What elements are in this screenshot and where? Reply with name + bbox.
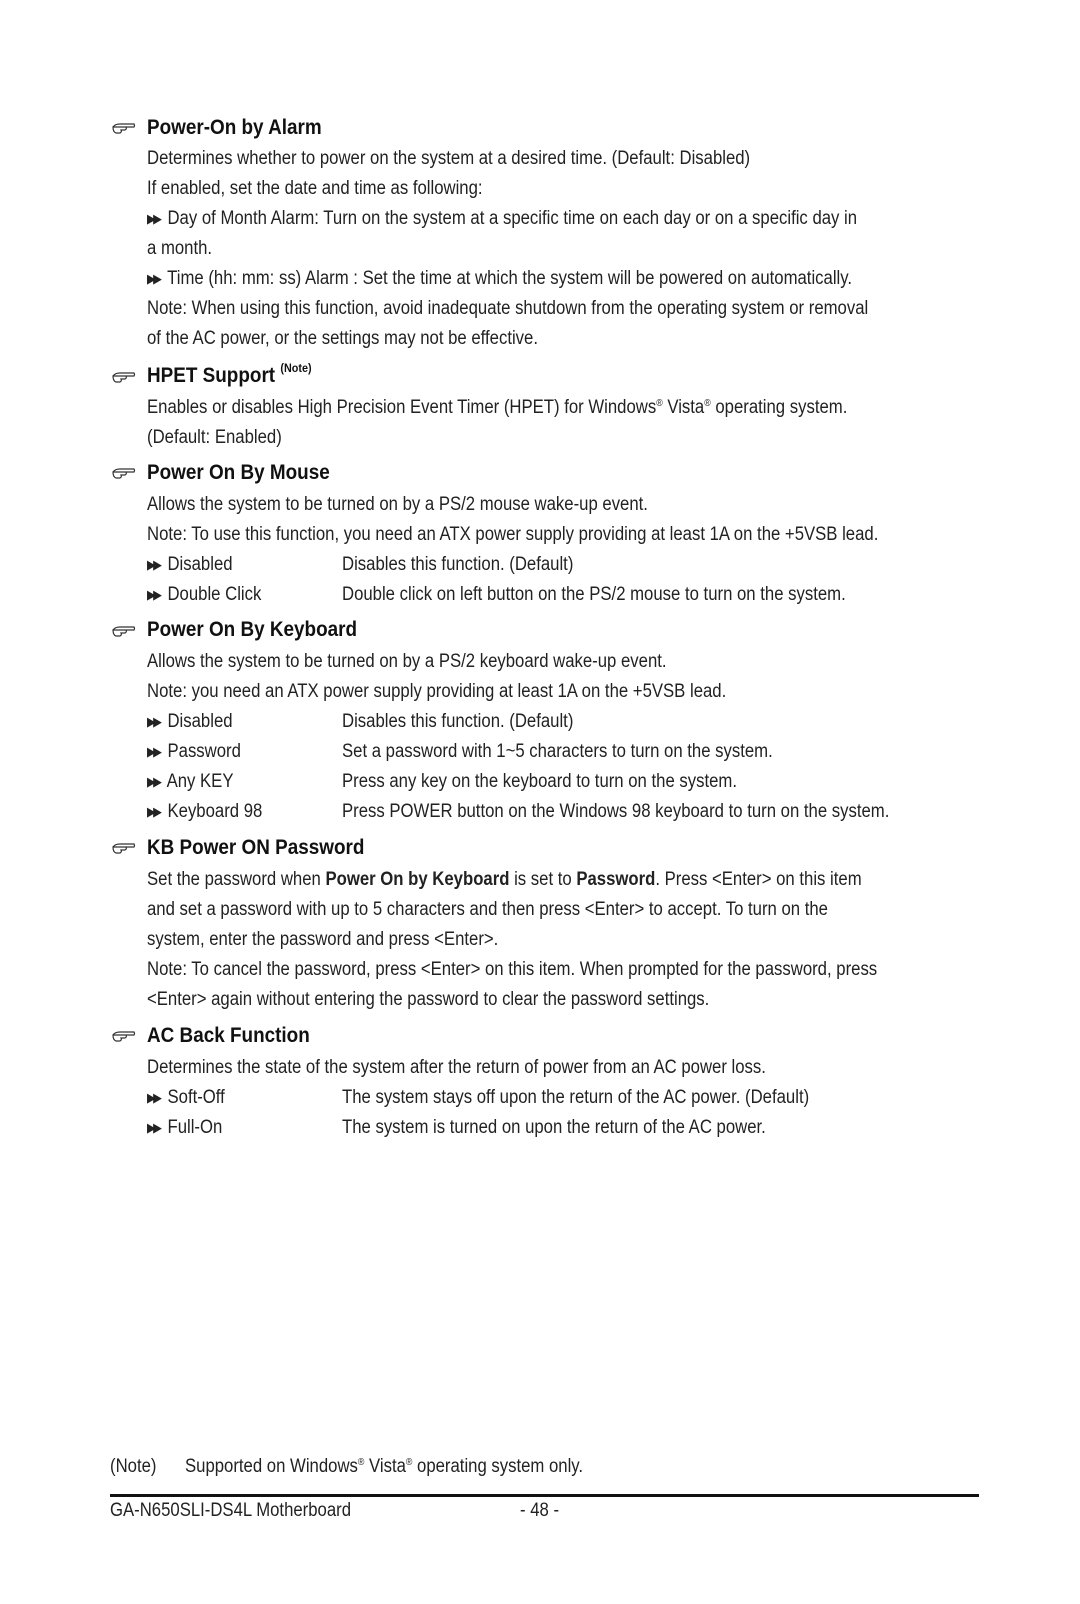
pointing-hand-icon <box>112 1031 136 1042</box>
option-description: Double click on left button on the PS/2 … <box>342 584 846 605</box>
option-description: Set a password with 1~5 characters to tu… <box>342 741 773 762</box>
option-name: Any KEY <box>166 771 234 792</box>
pointing-hand-icon <box>112 468 136 479</box>
body-text: Allows the system to be turned on by a P… <box>147 651 667 672</box>
footnote-text: Supported on Windows® Vista® operating s… <box>185 1456 583 1478</box>
bullet-item: ▶▶ Day of Month Alarm: Turn on the syste… <box>147 208 857 230</box>
option-description: Press any key on the keyboard to turn on… <box>342 771 737 792</box>
double-arrow-icon: ▶▶ <box>147 211 162 226</box>
double-arrow-icon: ▶▶ <box>147 1120 162 1135</box>
pointing-hand-icon <box>112 626 136 637</box>
option-row: ▶▶ Disabled <box>147 554 233 576</box>
text-run: is set to <box>509 869 577 890</box>
bold-text-run: Password <box>576 869 656 890</box>
bullet-item: ▶▶ Time (hh: mm: ss) Alarm : Set the tim… <box>147 268 852 290</box>
body-text: Note: When using this function, avoid in… <box>147 298 869 319</box>
page-number: - 48 - <box>520 1500 560 1521</box>
body-text: Note: you need an ATX power supply provi… <box>147 681 727 702</box>
option-row: ▶▶ Soft-Off <box>147 1087 225 1109</box>
double-arrow-icon: ▶▶ <box>147 744 162 759</box>
text-run: Set the password when <box>147 869 326 890</box>
option-row: ▶▶ Disabled <box>147 711 233 733</box>
pointing-hand-icon <box>112 123 136 134</box>
registered-mark: ® <box>656 398 663 409</box>
body-text: Determines whether to power on the syste… <box>147 148 751 169</box>
footnote-label: (Note) <box>110 1456 157 1477</box>
option-row: ▶▶ Full-On <box>147 1117 222 1139</box>
option-name: Keyboard 98 <box>167 801 263 822</box>
option-name: Full-On <box>167 1117 223 1138</box>
body-text: system, enter the password and press <En… <box>147 929 499 950</box>
bullet-text: Time (hh: mm: ss) Alarm : Set the time a… <box>167 268 853 289</box>
pointing-hand-icon <box>112 843 136 854</box>
option-row: ▶▶ Any KEY <box>147 771 233 793</box>
option-description: Disables this function. (Default) <box>342 554 574 575</box>
text-run: operating system only. <box>412 1456 584 1477</box>
section-heading-ac-back-function: AC Back Function <box>147 1024 310 1047</box>
body-text: Note: To use this function, you need an … <box>147 524 879 545</box>
text-run: . Press <Enter> on this item <box>655 869 862 890</box>
body-text: and set a password with up to 5 characte… <box>147 899 828 920</box>
option-description: Press POWER button on the Windows 98 key… <box>342 801 890 822</box>
heading-text: HPET Support <box>147 364 276 387</box>
double-arrow-icon: ▶▶ <box>147 714 162 729</box>
option-name: Double Click <box>167 584 262 605</box>
note-superscript: (Note) <box>280 361 312 375</box>
body-text: Note: To cancel the password, press <Ent… <box>147 959 878 980</box>
body-text: of the AC power, or the settings may not… <box>147 328 538 349</box>
body-text: Set the password when Power On by Keyboa… <box>147 869 862 891</box>
option-name: Disabled <box>167 711 233 732</box>
section-heading-kb-power-on-password: KB Power ON Password <box>147 836 365 859</box>
option-description: The system is turned on upon the return … <box>342 1117 766 1138</box>
option-name: Soft-Off <box>167 1087 225 1108</box>
body-text: (Default: Enabled) <box>147 427 282 448</box>
body-text: Enables or disables High Precision Event… <box>147 397 847 419</box>
double-arrow-icon: ▶▶ <box>147 587 162 602</box>
text-run: Vista <box>364 1456 406 1477</box>
text-run: Enables or disables High Precision Event… <box>147 397 657 418</box>
body-text: <Enter> again without entering the passw… <box>147 989 710 1010</box>
text-run: operating system. <box>715 397 848 418</box>
option-row: ▶▶ Keyboard 98 <box>147 801 262 823</box>
option-name: Password <box>167 741 241 762</box>
double-arrow-icon: ▶▶ <box>147 557 162 572</box>
option-row: ▶▶ Password <box>147 741 241 763</box>
double-arrow-icon: ▶▶ <box>147 774 162 789</box>
double-arrow-icon: ▶▶ <box>147 271 162 286</box>
section-heading-hpet-support: HPET Support (Note) <box>147 361 312 388</box>
bullet-text: Day of Month Alarm: Turn on the system a… <box>167 208 858 229</box>
body-text: Allows the system to be turned on by a P… <box>147 494 648 515</box>
option-name: Disabled <box>167 554 233 575</box>
footer-divider <box>110 1494 979 1497</box>
body-text: If enabled, set the date and time as fol… <box>147 178 483 199</box>
body-text: a month. <box>147 238 213 259</box>
section-heading-power-on-by-keyboard: Power On By Keyboard <box>147 618 358 641</box>
text-run: Supported on Windows <box>185 1456 358 1477</box>
body-text: Determines the state of the system after… <box>147 1057 766 1078</box>
option-row: ▶▶ Double Click <box>147 584 261 606</box>
footer-product-name: GA-N650SLI-DS4L Motherboard <box>110 1500 352 1521</box>
text-run: Vista <box>667 397 705 418</box>
registered-mark: ® <box>704 398 711 409</box>
section-heading-power-on-by-alarm: Power-On by Alarm <box>147 116 322 139</box>
option-description: The system stays off upon the return of … <box>342 1087 810 1108</box>
option-description: Disables this function. (Default) <box>342 711 574 732</box>
double-arrow-icon: ▶▶ <box>147 1090 162 1105</box>
bold-text-run: Power On by Keyboard <box>325 869 510 890</box>
pointing-hand-icon <box>112 372 136 383</box>
double-arrow-icon: ▶▶ <box>147 804 162 819</box>
section-heading-power-on-by-mouse: Power On By Mouse <box>147 461 330 484</box>
